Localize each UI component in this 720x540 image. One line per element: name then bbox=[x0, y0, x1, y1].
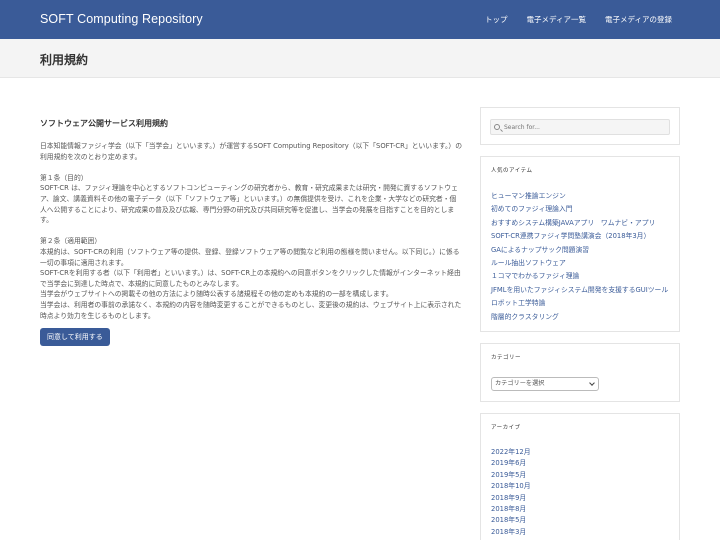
popular-item-link[interactable]: GAによるナップサック問題演習 bbox=[491, 244, 668, 257]
archive-link[interactable]: 2019年6月 bbox=[491, 458, 531, 469]
popular-item-link[interactable]: ヒューマン推論エンジン bbox=[491, 190, 668, 203]
archive-widget: アーカイブ 2022年12月 2019年6月 2019年5月 2018年10月 … bbox=[480, 413, 680, 540]
terms-text-area[interactable]: 日本知能情報ファジィ学会（以下「当学会」といいます。）が運営するSOFT Com… bbox=[40, 141, 462, 343]
page-title-bar: 利用規約 bbox=[0, 39, 720, 78]
popular-items-list: ヒューマン推論エンジン 初めてのファジィ理論入門 おすすめシステム構築JAVAア… bbox=[491, 190, 668, 324]
article-2-para-4: 当学会は、利用者の事前の承諾なく、本規約の内容を随時変更することができるものとし… bbox=[40, 300, 462, 320]
archive-link[interactable]: 2019年5月 bbox=[491, 470, 531, 481]
article-1-title: 第１条（目的） bbox=[40, 173, 88, 182]
popular-items-widget: 人気のアイテム ヒューマン推論エンジン 初めてのファジィ理論入門 おすすめシステ… bbox=[480, 156, 680, 332]
popular-item-link[interactable]: おすすめシステム構築JAVAアプリ ワムナビ・アプリ bbox=[491, 217, 668, 230]
search-input[interactable] bbox=[490, 119, 670, 135]
popular-item-link[interactable]: JFMLを用いたファジィシステム開発を支援するGUIツール bbox=[491, 284, 668, 297]
terms-intro: 日本知能情報ファジィ学会（以下「当学会」といいます。）が運営するSOFT Com… bbox=[40, 142, 462, 161]
category-widget: カテゴリー カテゴリーを選択 bbox=[480, 343, 680, 402]
category-select[interactable]: カテゴリーを選択 bbox=[491, 377, 599, 391]
nav-link-top[interactable]: トップ bbox=[485, 14, 508, 25]
article-2: 第２条（適用範囲） 本規約は、SOFT-CRの利用（ソフトウェア等の提供、登録、… bbox=[40, 236, 462, 321]
popular-item-link[interactable]: ルール抽出ソフトウェア bbox=[491, 257, 668, 270]
section-title: ソフトウェア公開サービス利用規約 bbox=[40, 119, 168, 128]
article-2-title: 第２条（適用範囲） bbox=[40, 237, 102, 246]
archive-link[interactable]: 2018年9月 bbox=[491, 493, 531, 504]
article-2-para-1: 本規約は、SOFT-CRの利用（ソフトウェア等の提供、登録、登録ソフトウェア等の… bbox=[40, 247, 460, 267]
archive-link[interactable]: 2018年10月 bbox=[491, 481, 531, 492]
archive-link[interactable]: 2018年8月 bbox=[491, 504, 531, 515]
site-header: SOFT Computing Repository トップ 電子メディア一覧 電… bbox=[0, 0, 720, 39]
search-widget bbox=[480, 107, 680, 145]
page-title: 利用規約 bbox=[40, 53, 89, 67]
archive-link[interactable]: 2018年3月 bbox=[491, 527, 531, 538]
popular-items-title: 人気のアイテム bbox=[491, 168, 533, 174]
article-2-para-3: 当学会がウェブサイトへの掲載その他の方法により随時公表する諸規程その他の定めも本… bbox=[40, 290, 393, 299]
popular-item-link[interactable]: 初めてのファジィ理論入門 bbox=[491, 203, 668, 216]
archive-link[interactable]: 2022年12月 bbox=[491, 447, 531, 458]
archive-link[interactable]: 2018年5月 bbox=[491, 515, 531, 526]
archive-title: アーカイブ bbox=[491, 425, 521, 431]
site-brand[interactable]: SOFT Computing Repository bbox=[40, 12, 203, 26]
article-1-text: SOFT-CR は、ファジィ理論を中心とするソフトコンピューティングの研究者から… bbox=[40, 184, 458, 225]
archive-list: 2022年12月 2019年6月 2019年5月 2018年10月 2018年9… bbox=[491, 447, 531, 538]
category-title: カテゴリー bbox=[491, 355, 522, 361]
main-content: ソフトウェア公開サービス利用規約 日本知能情報ファジィ学会（以下「当学会」といい… bbox=[40, 118, 462, 346]
popular-item-link[interactable]: 階層的クラスタリング bbox=[491, 311, 668, 324]
main-nav: トップ 電子メディア一覧 電子メディアの登録 bbox=[485, 14, 672, 25]
article-1: 第１条（目的） SOFT-CR は、ファジィ理論を中心とするソフトコンピューティ… bbox=[40, 173, 462, 226]
agree-button[interactable]: 同意して利用する bbox=[40, 328, 110, 346]
search-icon bbox=[494, 124, 500, 130]
nav-link-media-list[interactable]: 電子メディア一覧 bbox=[527, 14, 586, 25]
chevron-down-icon bbox=[589, 380, 595, 386]
nav-link-media-register[interactable]: 電子メディアの登録 bbox=[605, 14, 672, 25]
popular-item-link[interactable]: １コマでわかるファジィ理論 bbox=[491, 270, 668, 283]
popular-item-link[interactable]: ロボット工学特論 bbox=[491, 297, 668, 310]
popular-item-link[interactable]: SOFT-CR連携ファジィ学問塾講演会（2018年3月） bbox=[491, 230, 668, 243]
category-select-value: カテゴリーを選択 bbox=[495, 380, 545, 387]
article-2-para-2: SOFT-CRを利用する者（以下「利用者」といいます。）は、SOFT-CR上の本… bbox=[40, 269, 461, 288]
